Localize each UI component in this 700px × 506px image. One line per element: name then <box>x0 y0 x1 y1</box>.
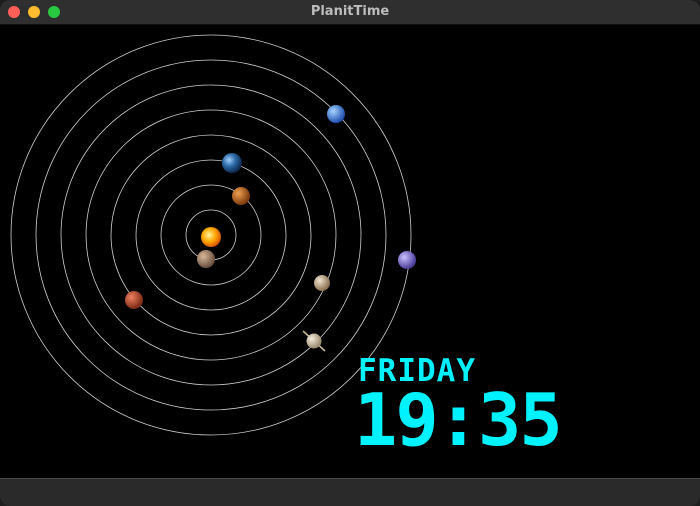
app-window: PlanitTime FRIDAY 19:35 <box>0 0 700 506</box>
venus-icon <box>232 187 250 205</box>
earth-icon <box>222 153 242 173</box>
title-bar: PlanitTime <box>0 0 700 25</box>
solar-system <box>10 34 416 436</box>
status-bar <box>0 478 700 506</box>
mars-icon <box>125 291 143 309</box>
clock-canvas <box>0 25 700 478</box>
time-display: 19:35 <box>354 378 563 462</box>
neptune-icon <box>327 105 345 123</box>
saturn-icon <box>302 330 326 352</box>
mercury-icon <box>197 250 215 268</box>
window-title: PlanitTime <box>310 4 390 19</box>
uranus-icon <box>398 251 416 269</box>
sun-icon <box>201 227 221 247</box>
jupiter-icon <box>314 275 330 291</box>
